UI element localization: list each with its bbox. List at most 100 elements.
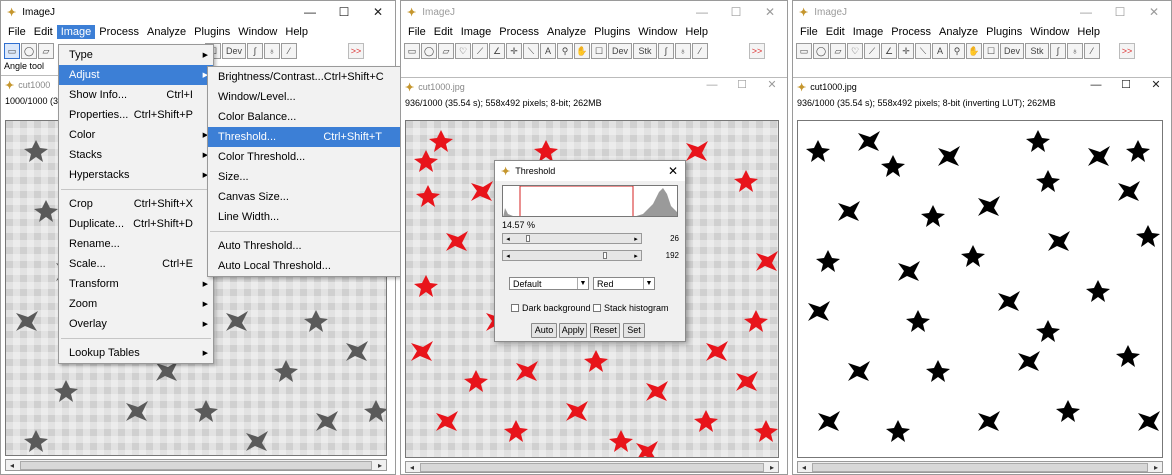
min-threshold-slider[interactable]: ◂ ▸ xyxy=(502,233,642,244)
scroll-left-icon[interactable]: ◂ xyxy=(798,463,810,472)
text-tool-icon[interactable]: A xyxy=(932,43,948,59)
angle-tool-icon[interactable]: ∠ xyxy=(881,43,897,59)
image_menu-item[interactable]: Hyperstacks ▶ xyxy=(59,165,213,185)
line-tool-icon[interactable]: ⟋ xyxy=(864,43,880,59)
menu-plugins[interactable]: Plugins xyxy=(590,25,634,39)
close-button[interactable]: ✕ xyxy=(361,1,395,23)
menu-plugins[interactable]: Plugins xyxy=(190,25,234,39)
reset-button[interactable]: Reset xyxy=(590,323,620,338)
image_menu-item[interactable]: Overlay ▶ xyxy=(59,314,213,334)
scroll-thumb[interactable] xyxy=(20,460,372,470)
rectangle-tool-icon[interactable]: ▭ xyxy=(404,43,420,59)
minimize-button[interactable]: — xyxy=(1069,1,1103,23)
rectangle-tool-icon[interactable]: ▭ xyxy=(4,43,20,59)
image-canvas[interactable] xyxy=(797,120,1163,458)
minimize-button[interactable]: — xyxy=(685,1,719,23)
brush-tool-icon[interactable]: ∫ xyxy=(658,43,674,59)
maximize-button[interactable]: ☐ xyxy=(1111,76,1141,94)
image-title-bar[interactable]: ✦ cut1000.jpg — ☐ ✕ xyxy=(401,78,787,96)
image-title-bar[interactable]: ✦ cut1000.jpg — ☐ ✕ xyxy=(793,78,1171,96)
scroll-right-icon[interactable]: ▸ xyxy=(766,463,778,472)
image_menu-item[interactable]: Stacks ▶ xyxy=(59,145,213,165)
max-threshold-slider[interactable]: ◂ ▸ xyxy=(502,250,642,261)
adjust_menu-item[interactable]: Color Threshold... xyxy=(208,147,402,167)
angle-tool-icon[interactable]: ∠ xyxy=(489,43,505,59)
min-slider-thumb[interactable] xyxy=(525,235,530,242)
adjust_menu-item[interactable]: Line Width... xyxy=(208,207,402,227)
more-tools-button[interactable]: >> xyxy=(749,43,765,59)
close-button[interactable]: ✕ xyxy=(753,1,787,23)
menu-help[interactable]: Help xyxy=(681,25,712,39)
image_menu-item[interactable]: Adjust ▶ xyxy=(59,65,213,85)
pencil-tool-icon[interactable]: ⁄ xyxy=(281,43,297,59)
image_menu-item[interactable]: Transform ▶ xyxy=(59,274,213,294)
maximize-button[interactable]: ☐ xyxy=(727,76,757,94)
brush-tool-icon[interactable]: ∫ xyxy=(1050,43,1066,59)
maximize-button[interactable]: ☐ xyxy=(719,1,753,23)
more-tools-button[interactable]: >> xyxy=(1119,43,1135,59)
menu-window[interactable]: Window xyxy=(1026,25,1073,39)
menu-analyze[interactable]: Analyze xyxy=(935,25,982,39)
menu-edit[interactable]: Edit xyxy=(430,25,457,39)
menu-file[interactable]: File xyxy=(404,25,430,39)
scroll-left-icon[interactable]: ◂ xyxy=(406,463,418,472)
oval-tool-icon[interactable]: ◯ xyxy=(21,43,37,59)
text-tool-icon[interactable]: A xyxy=(540,43,556,59)
slider-left-icon[interactable]: ◂ xyxy=(503,252,513,260)
image_menu-item[interactable]: Scale... Ctrl+E xyxy=(59,254,213,274)
scroll-thumb[interactable] xyxy=(420,462,764,472)
adjust_menu-item[interactable]: Canvas Size... xyxy=(208,187,402,207)
adjust_menu-item[interactable]: Auto Threshold... xyxy=(208,236,402,256)
rectangle-tool-icon[interactable]: ▭ xyxy=(796,43,812,59)
bucket-tool-icon[interactable]: ♁ xyxy=(675,43,691,59)
minimize-button[interactable]: — xyxy=(293,1,327,23)
image_menu-item[interactable]: Color ▶ xyxy=(59,125,213,145)
dark-background-checkbox[interactable]: Dark background xyxy=(511,303,591,313)
image_menu-item[interactable]: Crop Ctrl+Shift+X xyxy=(59,194,213,214)
freehand-tool-icon[interactable]: ♡ xyxy=(847,43,863,59)
hand-tool-icon[interactable]: ✋ xyxy=(574,43,590,59)
line-tool-icon[interactable]: ⟋ xyxy=(472,43,488,59)
max-slider-thumb[interactable] xyxy=(602,252,607,259)
set-button[interactable]: Set xyxy=(623,323,645,338)
menu-process[interactable]: Process xyxy=(95,25,143,39)
menu-image[interactable]: Image xyxy=(849,25,888,39)
scroll-right-icon[interactable]: ▸ xyxy=(1150,463,1162,472)
freehand-tool-icon[interactable]: ♡ xyxy=(455,43,471,59)
title-bar[interactable]: ✦ ImageJ — ☐ ✕ xyxy=(1,1,395,23)
more-tools-button[interactable]: >> xyxy=(348,43,364,59)
oval-tool-icon[interactable]: ◯ xyxy=(421,43,437,59)
pencil-tool-icon[interactable]: ⁄ xyxy=(692,43,708,59)
menu-process[interactable]: Process xyxy=(495,25,543,39)
image_menu-item[interactable]: Lookup Tables ▶ xyxy=(59,343,213,363)
magnifier-tool-icon[interactable]: ⚲ xyxy=(557,43,573,59)
scroll-right-icon[interactable]: ▸ xyxy=(374,461,386,470)
apply-button[interactable]: Apply xyxy=(559,323,587,338)
bucket-tool-icon[interactable]: ♁ xyxy=(264,43,280,59)
minimize-button[interactable]: — xyxy=(697,76,727,94)
menu-file[interactable]: File xyxy=(4,25,30,39)
polygon-tool-icon[interactable]: ▱ xyxy=(38,43,54,59)
menu-analyze[interactable]: Analyze xyxy=(543,25,590,39)
wand-tool-icon[interactable]: ⟍ xyxy=(915,43,931,59)
wand-tool-icon[interactable]: ⟍ xyxy=(523,43,539,59)
method-select[interactable]: Default ▼ xyxy=(509,277,589,290)
pencil-tool-icon[interactable]: ⁄ xyxy=(1084,43,1100,59)
adjust_menu-item[interactable]: Color Balance... xyxy=(208,107,402,127)
auto-button[interactable]: Auto xyxy=(531,323,557,338)
bucket-tool-icon[interactable]: ♁ xyxy=(1067,43,1083,59)
menu-help[interactable]: Help xyxy=(281,25,312,39)
dev-tool[interactable]: Dev xyxy=(222,43,246,59)
menu-window[interactable]: Window xyxy=(634,25,681,39)
dev-tool[interactable]: Dev xyxy=(608,43,632,59)
color-picker-icon[interactable]: ☐ xyxy=(591,43,607,59)
dev-tool[interactable]: Dev xyxy=(1000,43,1024,59)
menu-image[interactable]: Image xyxy=(457,25,496,39)
menu-help[interactable]: Help xyxy=(1073,25,1104,39)
title-bar[interactable]: ✦ ImageJ — ☐ ✕ xyxy=(401,1,787,23)
scroll-left-icon[interactable]: ◂ xyxy=(6,461,18,470)
menu-image[interactable]: Image xyxy=(56,25,96,39)
menu-process[interactable]: Process xyxy=(887,25,935,39)
stack-histogram-checkbox[interactable]: Stack histogram xyxy=(593,303,669,313)
adjust_menu-item[interactable]: Window/Level... xyxy=(208,87,402,107)
